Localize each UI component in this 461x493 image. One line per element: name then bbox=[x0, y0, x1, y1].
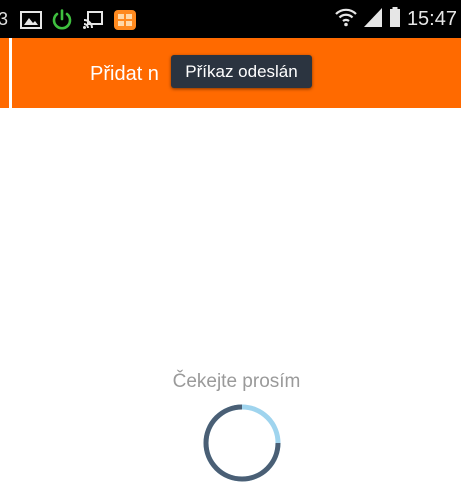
status-clock: 15:47 bbox=[406, 8, 457, 30]
previous-screen-strip: 3 bbox=[0, 0, 12, 493]
cast-icon bbox=[82, 10, 104, 35]
status-bar: 15:47 bbox=[12, 0, 461, 38]
loading-label: Čekejte prosím bbox=[172, 371, 301, 392]
status-icons-left bbox=[20, 9, 137, 36]
app-notification-icon bbox=[113, 9, 137, 36]
wifi-icon bbox=[335, 6, 357, 33]
strip-clock-digit: 3 bbox=[0, 9, 9, 29]
toast-notification: Příkaz odeslán bbox=[171, 55, 312, 88]
power-icon bbox=[51, 9, 73, 36]
gallery-icon bbox=[20, 10, 42, 35]
battery-icon bbox=[389, 6, 401, 33]
signal-icon bbox=[363, 6, 383, 33]
status-icons-right: 15:47 bbox=[335, 5, 457, 33]
app-screen: 15:47 Přidat n Příkaz odeslán Čekejte pr… bbox=[12, 0, 461, 493]
loading-spinner bbox=[202, 403, 282, 483]
strip-action-bar bbox=[0, 38, 9, 108]
action-bar-title: Přidat n bbox=[90, 63, 159, 85]
strip-status-bar: 3 bbox=[0, 0, 12, 38]
